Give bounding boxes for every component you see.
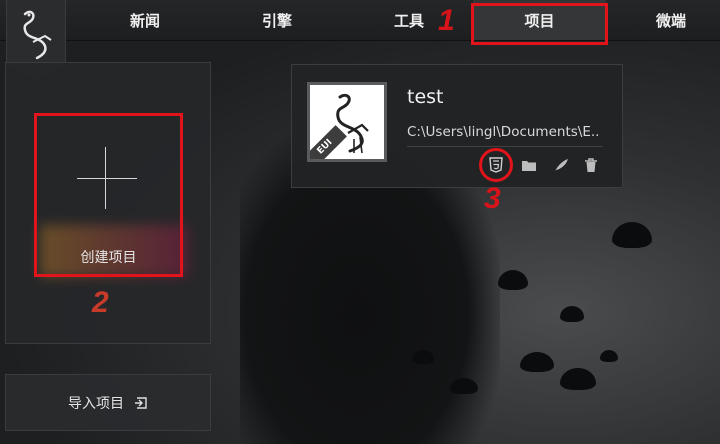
parachute xyxy=(412,350,434,364)
import-icon xyxy=(135,396,147,409)
divider xyxy=(407,146,603,147)
parachute xyxy=(560,368,596,390)
import-project-button[interactable]: 导入项目 xyxy=(5,374,211,431)
highlight-projects-tab xyxy=(471,3,608,45)
step-number-2: 2 xyxy=(92,286,109,319)
parachute xyxy=(600,350,618,362)
parachute xyxy=(498,270,528,290)
parachute xyxy=(450,378,478,394)
import-project-label: 导入项目 xyxy=(68,395,124,412)
folder-icon[interactable] xyxy=(519,155,539,175)
step-number-3: 3 xyxy=(484,182,501,215)
parachute xyxy=(520,352,554,372)
highlight-html5-action xyxy=(479,148,513,182)
project-path: C:\Users\lingl\Documents\E.. xyxy=(407,124,600,140)
nav-tab-microclient[interactable]: 微端 xyxy=(626,0,716,40)
crane-logo-icon xyxy=(23,10,52,60)
feather-icon[interactable] xyxy=(551,155,571,175)
parachute xyxy=(612,222,652,248)
nav-tab-news[interactable]: 新闻 xyxy=(100,0,190,40)
project-thumbnail: EUI xyxy=(307,82,387,162)
step-number-1: 1 xyxy=(438,4,455,37)
nav-tab-engine[interactable]: 引擎 xyxy=(232,0,322,40)
trash-icon[interactable] xyxy=(581,155,601,175)
project-name: test xyxy=(407,86,444,108)
create-project-button[interactable] xyxy=(34,113,183,277)
parachute xyxy=(560,306,584,322)
